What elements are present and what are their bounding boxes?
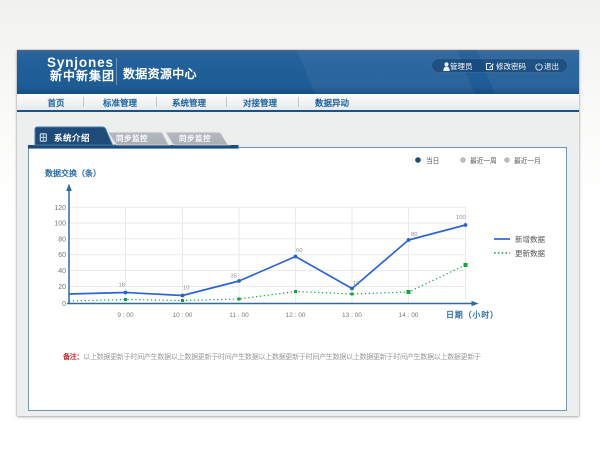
svg-text:80: 80	[58, 236, 66, 243]
svg-text:11 : 00: 11 : 00	[229, 312, 249, 319]
svg-text:14 : 00: 14 : 00	[399, 312, 419, 319]
svg-text:13 : 00: 13 : 00	[342, 312, 362, 319]
svg-text:同步监控: 同步监控	[116, 133, 148, 143]
svg-text:12 : 00: 12 : 00	[286, 312, 306, 319]
svg-text:35: 35	[231, 274, 237, 280]
svg-text:系统介绍: 系统介绍	[54, 133, 90, 143]
svg-text:40: 40	[58, 268, 66, 275]
svg-text:10: 10	[183, 286, 189, 292]
svg-text:最近一月: 最近一月	[514, 156, 541, 165]
svg-text:80: 80	[411, 232, 417, 238]
svg-text:0: 0	[62, 301, 66, 308]
svg-text:新增数据: 新增数据	[515, 234, 545, 244]
svg-text:100: 100	[54, 221, 66, 228]
svg-text:最近一周: 最近一周	[470, 156, 497, 165]
svg-text:更新数据: 更新数据	[515, 248, 545, 258]
svg-text:数据交换（条）: 数据交换（条）	[45, 168, 101, 178]
svg-text:9 : 00: 9 : 00	[117, 312, 134, 319]
svg-text:100: 100	[456, 215, 466, 221]
svg-text:日期（小时）: 日期（小时）	[446, 310, 499, 320]
svg-text:10: 10	[353, 281, 359, 287]
svg-text:120: 120	[54, 205, 66, 212]
svg-text:60: 60	[296, 248, 302, 254]
svg-text:18: 18	[119, 283, 125, 289]
svg-text:20: 20	[58, 284, 66, 291]
svg-text:60: 60	[58, 252, 66, 259]
svg-text:10 : 00: 10 : 00	[173, 312, 193, 319]
svg-text:当日: 当日	[426, 156, 439, 165]
svg-text:同步监控: 同步监控	[179, 133, 211, 143]
